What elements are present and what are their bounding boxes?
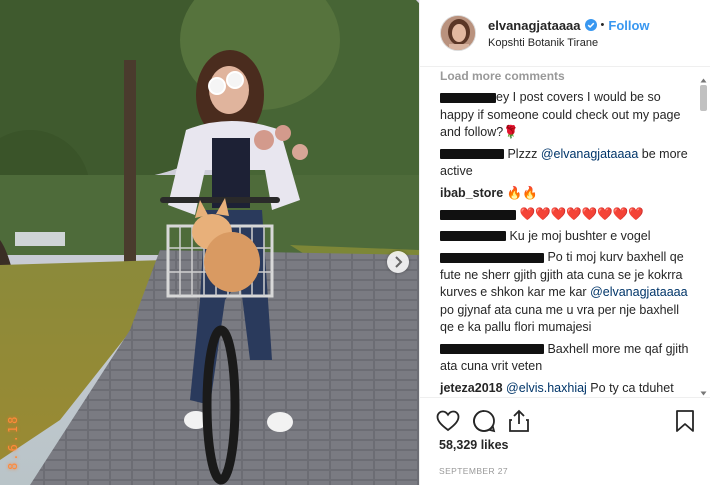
post-side-panel: elvanagjataaaa • Follow Kopshti Botanik … <box>419 0 710 485</box>
comment-text: Ku je moj bushter e vogel <box>506 228 651 243</box>
scroll-down-icon[interactable] <box>700 390 707 397</box>
share-icon <box>509 409 529 432</box>
comment-icon <box>473 410 496 433</box>
comment: jeteza2018 @elvis.haxhiaj Po ty ca tduhe… <box>440 380 691 398</box>
bookmark-icon <box>676 410 694 432</box>
redacted-username <box>440 252 544 263</box>
comment: Baxhell more me qaf gjith ata cuna vrit … <box>440 341 691 376</box>
comments-scrollbar[interactable] <box>699 77 708 397</box>
comment: ey I post covers I would be so happy if … <box>440 89 691 142</box>
post-photo[interactable]: 8.6.18 <box>0 0 419 485</box>
comment-button[interactable] <box>472 409 496 433</box>
photo-date-stamp: 8.6.18 <box>6 414 20 470</box>
comment-mention[interactable]: @elvanagjataaaa <box>541 147 639 161</box>
comment: Plzzz @elvanagjataaaa be more active <box>440 146 691 181</box>
comment-mention[interactable]: @elvis.haxhiaj <box>506 381 587 395</box>
redacted-username <box>440 92 496 103</box>
likes-count[interactable]: 58,329 likes <box>436 438 695 452</box>
comment-text: Plzzz <box>504 146 541 161</box>
comment-username[interactable]: jeteza2018 <box>440 381 503 395</box>
redacted-username <box>440 344 544 355</box>
avatar[interactable] <box>440 15 476 51</box>
comments-list[interactable]: Load more comments ey I post covers I wo… <box>420 67 710 397</box>
scroll-thumb[interactable] <box>700 85 707 111</box>
post-date: SEPTEMBER 27 <box>439 466 509 476</box>
verified-badge-icon <box>584 19 597 31</box>
redacted-username <box>440 149 504 160</box>
load-more-comments-button[interactable]: Load more comments <box>440 69 691 85</box>
comment: ❤️❤️❤️❤️❤️❤️❤️❤️ <box>440 206 691 224</box>
comment-mention[interactable]: @elvanagjataaaa <box>590 285 688 299</box>
comment: Ku je moj bushter e vogel <box>440 228 691 246</box>
post-image <box>0 0 419 485</box>
redacted-username <box>440 209 516 220</box>
heart-icon <box>436 410 460 432</box>
comment-text: ❤️❤️❤️❤️❤️❤️❤️❤️ <box>516 207 644 221</box>
like-button[interactable] <box>436 410 460 432</box>
comment: ibab_store 🔥🔥 <box>440 185 691 203</box>
comment: Po ti moj kurv baxhell qe fute ne sherr … <box>440 249 691 337</box>
chevron-right-icon <box>395 256 403 268</box>
comment-text: 🔥🔥 <box>503 185 538 200</box>
next-photo-button[interactable] <box>387 251 409 273</box>
redacted-username <box>440 231 506 242</box>
share-button[interactable] <box>508 409 530 433</box>
comment-username[interactable]: ibab_store <box>440 186 503 200</box>
avatar-image <box>441 16 475 50</box>
post-actions: 58,329 likes SEPTEMBER 27 <box>420 397 710 485</box>
post-header: elvanagjataaaa • Follow Kopshti Botanik … <box>420 0 710 67</box>
post-username[interactable]: elvanagjataaaa <box>488 18 581 33</box>
follow-button[interactable]: Follow <box>608 18 649 33</box>
comment-text-after: po gjynaf ata cuna me u vra per nje baxh… <box>440 302 680 335</box>
post-location[interactable]: Kopshti Botanik Tirane <box>488 37 650 49</box>
header-separator: • <box>600 19 605 31</box>
save-button[interactable] <box>675 409 695 433</box>
scroll-up-icon[interactable] <box>700 77 707 84</box>
